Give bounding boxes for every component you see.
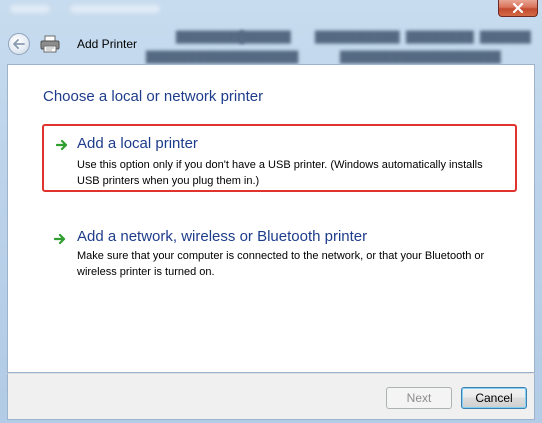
blurred-background-window: ████████ ██████ ██████████ ████████ ████…	[146, 31, 531, 64]
back-button[interactable]	[8, 33, 30, 55]
cancel-button[interactable]: Cancel	[461, 387, 527, 409]
window-title: Add Printer	[77, 37, 138, 51]
page-heading: Choose a local or network printer	[43, 88, 264, 105]
title-bar[interactable]	[0, 0, 542, 20]
close-button[interactable]	[498, 0, 538, 17]
add-network-printer-option[interactable]: Add a network, wireless or Bluetooth pri…	[42, 218, 517, 288]
wizard-button-bar: Next Cancel	[7, 373, 535, 420]
green-arrow-icon	[54, 233, 66, 245]
option-description: Make sure that your computer is connecte…	[77, 250, 485, 278]
blurred-title-fragment	[10, 5, 50, 13]
printer-icon	[40, 35, 60, 53]
green-arrow-icon	[56, 139, 68, 151]
close-icon	[512, 3, 524, 13]
add-local-printer-option[interactable]: Add a local printer Use this option only…	[42, 124, 517, 192]
option-description: Use this option only if you don't have a…	[77, 159, 483, 187]
navigation-bar: ████████ ██████ ██████████ ████████ ████…	[0, 22, 542, 64]
option-title: Add a local printer	[77, 135, 198, 152]
back-arrow-icon	[13, 39, 25, 49]
window-frame: ████████ ██████ ██████████ ████████ ████…	[0, 0, 542, 423]
next-button[interactable]: Next	[386, 387, 452, 409]
blurred-title-fragment	[70, 5, 160, 13]
wizard-content-pane: Choose a local or network printer Add a …	[7, 64, 535, 373]
option-title: Add a network, wireless or Bluetooth pri…	[77, 228, 368, 245]
